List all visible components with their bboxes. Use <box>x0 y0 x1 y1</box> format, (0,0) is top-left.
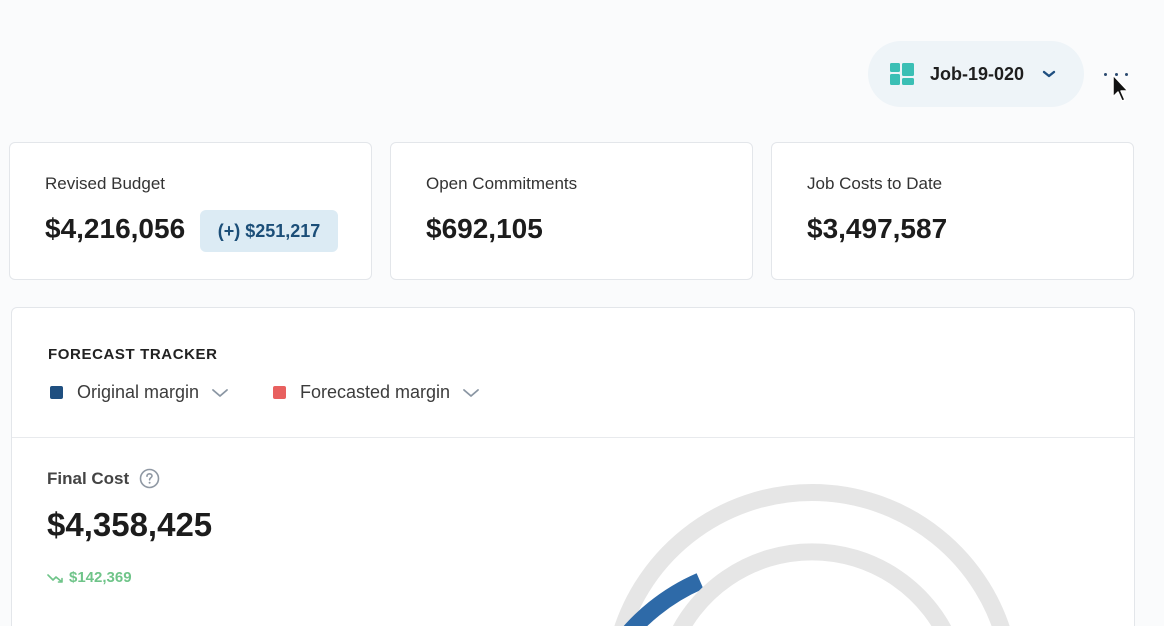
final-cost-value: $4,358,425 <box>47 506 213 543</box>
revised-budget-card: Revised Budget $4,216,056 (+) $251,217 <box>9 142 372 280</box>
legend-forecasted-margin[interactable]: Forecasted margin <box>273 382 480 403</box>
job-costs-label: Job Costs to Date <box>807 174 943 193</box>
chevron-down-icon <box>1042 70 1056 78</box>
job-costs-value: $3,497,587 <box>807 213 948 244</box>
help-icon[interactable] <box>139 468 160 489</box>
revised-budget-label: Revised Budget <box>45 174 166 193</box>
forecast-tracker-panel: FORECAST TRACKER Original margin Forecas… <box>11 307 1135 626</box>
forecast-tracker-title: FORECAST TRACKER <box>48 346 218 363</box>
final-cost-delta: $142,369 <box>47 569 132 586</box>
job-selector[interactable]: Job-19-020 <box>868 41 1084 107</box>
legend-original-margin[interactable]: Original margin <box>50 382 229 403</box>
open-commitments-card: Open Commitments $692,105 <box>390 142 753 280</box>
grid-icon <box>890 63 914 85</box>
dashboard-page: Job-19-020 Revised Budget $4,216,056 (+)… <box>0 0 1164 626</box>
chevron-down-icon <box>212 388 228 397</box>
legend-swatch <box>273 386 286 399</box>
more-icon <box>1104 72 1107 76</box>
legend-label: Original margin <box>77 382 200 402</box>
job-costs-card: Job Costs to Date $3,497,587 <box>771 142 1134 280</box>
open-commitments-value: $692,105 <box>426 213 543 244</box>
mouse-cursor-icon <box>1112 74 1129 102</box>
revised-budget-value: $4,216,056 <box>45 213 186 244</box>
legend-swatch <box>50 386 63 399</box>
trend-down-icon <box>47 573 63 583</box>
final-cost-heading: Final Cost <box>47 468 160 489</box>
job-selector-label: Job-19-020 <box>930 63 1025 84</box>
gauge-inner-track <box>672 543 952 626</box>
gauge-outer-fill <box>623 573 704 626</box>
open-commitments-label: Open Commitments <box>426 174 578 193</box>
budget-change-badge: (+) $251,217 <box>200 210 338 252</box>
legend-label: Forecasted margin <box>300 382 451 402</box>
chevron-down-icon <box>463 388 479 397</box>
final-cost-delta-value: $142,369 <box>69 569 132 586</box>
gauge-outer-track <box>614 483 1010 626</box>
divider <box>12 437 1134 438</box>
final-cost-label: Final Cost <box>47 468 130 488</box>
